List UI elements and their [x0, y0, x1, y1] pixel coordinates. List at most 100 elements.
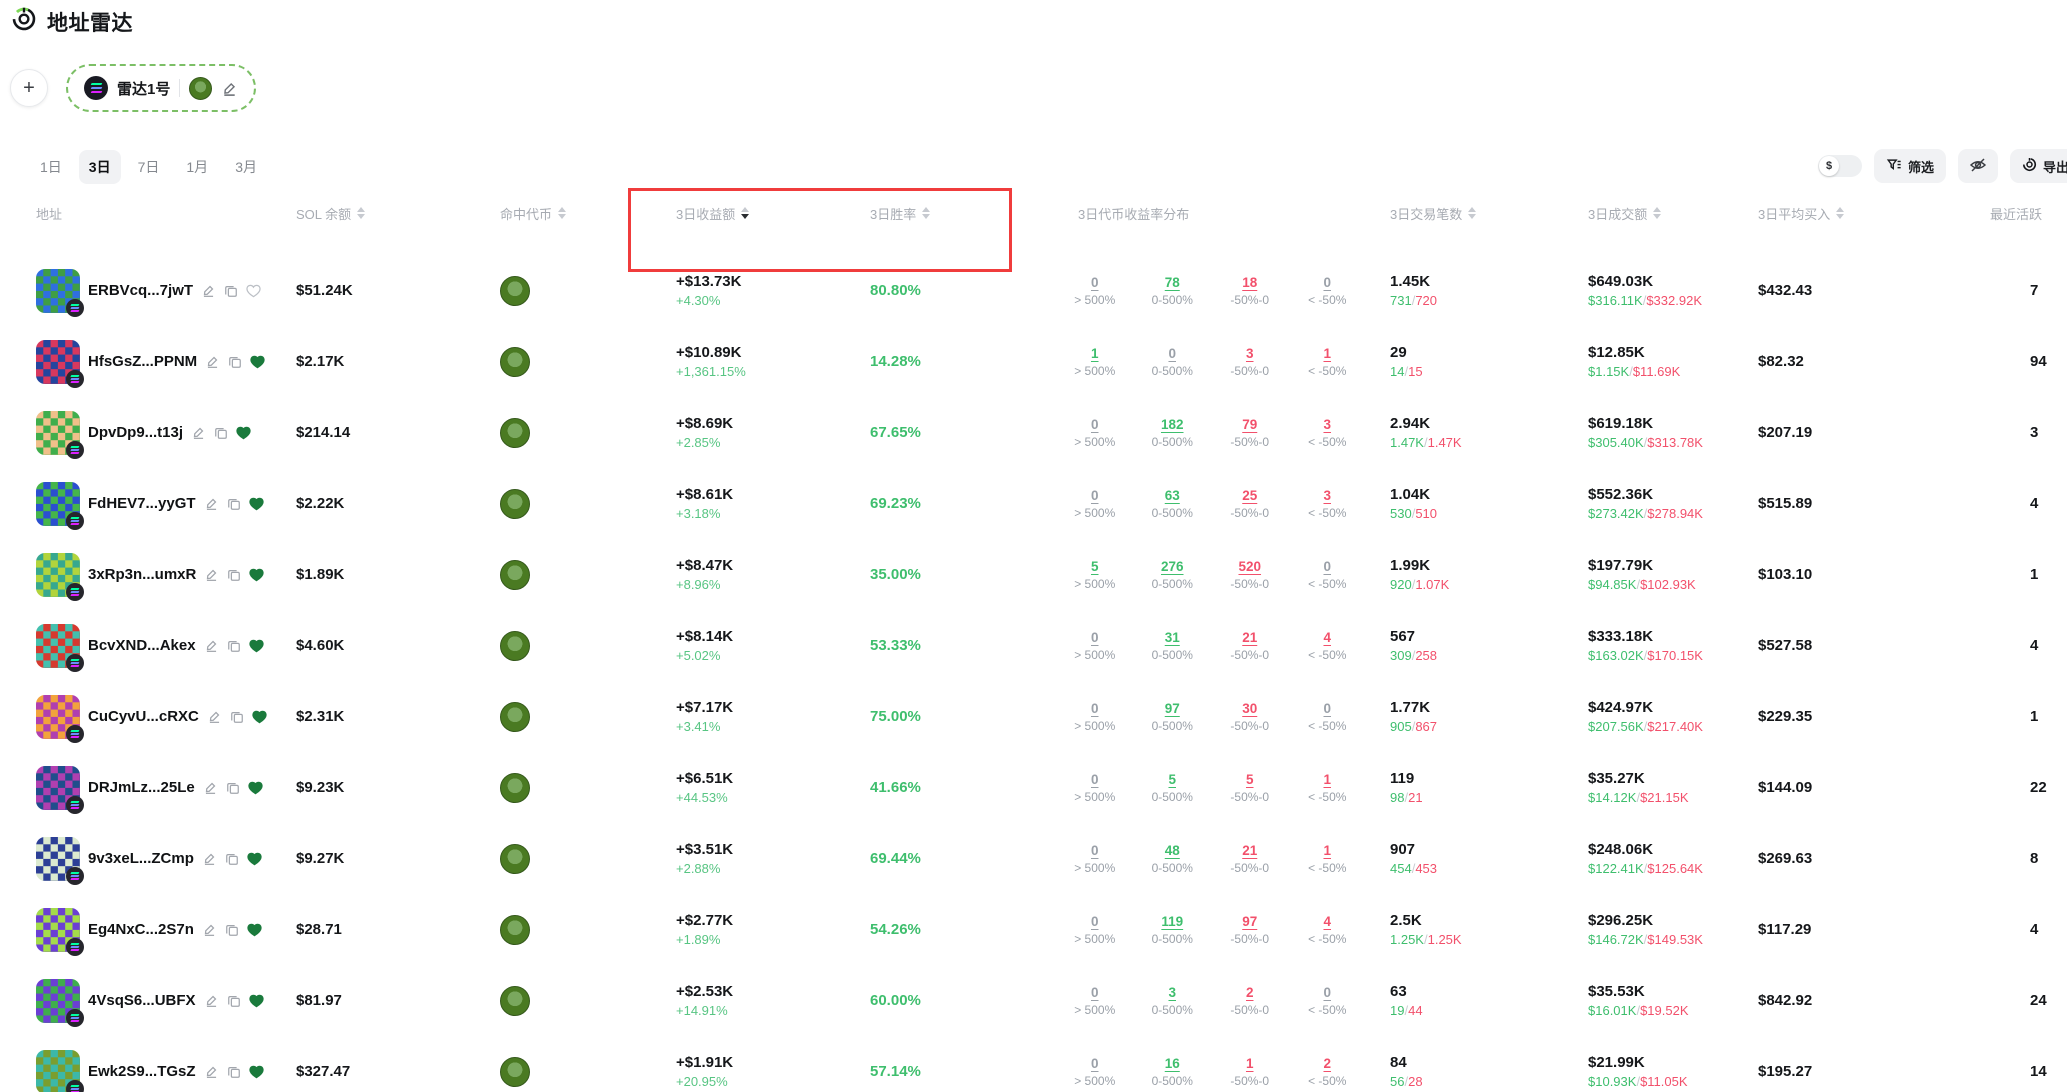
export-button[interactable]: 导出: [2010, 149, 2067, 183]
currency-toggle[interactable]: $: [1818, 155, 1862, 177]
hit-token-icon[interactable]: [500, 844, 530, 874]
hit-token-icon[interactable]: [500, 418, 530, 448]
copy-icon[interactable]: [227, 994, 241, 1008]
favorite-icon-filled[interactable]: [249, 994, 264, 1008]
copy-icon[interactable]: [214, 426, 228, 440]
distribution-count[interactable]: 78: [1134, 275, 1212, 290]
favorite-icon-filled[interactable]: [247, 852, 262, 866]
favorite-icon-filled[interactable]: [236, 426, 251, 440]
copy-icon[interactable]: [227, 497, 241, 511]
favorite-icon-filled[interactable]: [250, 355, 265, 369]
distribution-count[interactable]: 0: [1289, 559, 1367, 574]
distribution-count[interactable]: 0: [1289, 985, 1367, 1000]
distribution-count[interactable]: 97: [1211, 914, 1289, 929]
sort-icon[interactable]: [357, 207, 365, 219]
distribution-count[interactable]: 79: [1211, 417, 1289, 432]
sort-icon[interactable]: [741, 207, 749, 219]
hit-token-icon[interactable]: [500, 986, 530, 1016]
edit-icon[interactable]: [201, 283, 216, 298]
distribution-count[interactable]: 2: [1289, 1056, 1367, 1071]
column-header-3[interactable]: 命中代币: [476, 198, 656, 228]
edit-icon[interactable]: [205, 354, 220, 369]
distribution-count[interactable]: 0: [1056, 701, 1134, 716]
column-header-7[interactable]: 3日交易笔数: [1366, 198, 1566, 228]
distribution-count[interactable]: 0: [1056, 630, 1134, 645]
hit-token-icon[interactable]: [500, 489, 530, 519]
hit-token-icon[interactable]: [500, 1057, 530, 1087]
distribution-count[interactable]: 4: [1289, 630, 1367, 645]
distribution-count[interactable]: 2: [1211, 985, 1289, 1000]
hit-token-icon[interactable]: [500, 276, 530, 306]
distribution-count[interactable]: 1: [1289, 772, 1367, 787]
column-header-5[interactable]: 3日胜率: [846, 198, 1026, 228]
wallet-address[interactable]: CuCyvU...cRXC: [88, 708, 199, 725]
edit-icon[interactable]: [202, 922, 217, 937]
distribution-count[interactable]: 119: [1134, 914, 1212, 929]
distribution-count[interactable]: 4: [1289, 914, 1367, 929]
copy-icon[interactable]: [227, 568, 241, 582]
distribution-count[interactable]: 48: [1134, 843, 1212, 858]
wallet-address[interactable]: 4VsqS6...UBFX: [88, 992, 196, 1009]
time-tab-1月[interactable]: 1月: [176, 150, 218, 184]
distribution-count[interactable]: 0: [1134, 346, 1212, 361]
distribution-count[interactable]: 25: [1211, 488, 1289, 503]
sort-icon[interactable]: [1836, 207, 1844, 219]
hit-token-icon[interactable]: [500, 631, 530, 661]
wallet-address[interactable]: BcvXND...Akex: [88, 637, 196, 654]
time-tab-1日[interactable]: 1日: [30, 150, 72, 184]
distribution-count[interactable]: 1: [1289, 843, 1367, 858]
distribution-count[interactable]: 30: [1211, 701, 1289, 716]
copy-icon[interactable]: [225, 852, 239, 866]
distribution-count[interactable]: 0: [1056, 488, 1134, 503]
edit-icon[interactable]: [191, 425, 206, 440]
favorite-icon-filled[interactable]: [249, 497, 264, 511]
favorite-icon-filled[interactable]: [247, 923, 262, 937]
add-radar-button[interactable]: +: [10, 69, 48, 107]
distribution-count[interactable]: 0: [1056, 843, 1134, 858]
edit-icon[interactable]: [204, 496, 219, 511]
edit-icon[interactable]: [202, 851, 217, 866]
distribution-count[interactable]: 0: [1289, 275, 1367, 290]
distribution-count[interactable]: 3: [1289, 417, 1367, 432]
sort-icon[interactable]: [1468, 207, 1476, 219]
wallet-address[interactable]: FdHEV7...yyGT: [88, 495, 196, 512]
edit-icon[interactable]: [203, 780, 218, 795]
favorite-icon[interactable]: [246, 284, 261, 298]
hit-token-icon[interactable]: [500, 560, 530, 590]
hit-token-icon[interactable]: [500, 702, 530, 732]
time-tab-7日[interactable]: 7日: [128, 150, 170, 184]
distribution-count[interactable]: 0: [1056, 914, 1134, 929]
distribution-count[interactable]: 1: [1289, 346, 1367, 361]
distribution-count[interactable]: 3: [1134, 985, 1212, 1000]
distribution-count[interactable]: 3: [1289, 488, 1367, 503]
distribution-count[interactable]: 31: [1134, 630, 1212, 645]
distribution-count[interactable]: 3: [1211, 346, 1289, 361]
edit-icon[interactable]: [207, 709, 222, 724]
wallet-address[interactable]: Eg4NxC...2S7n: [88, 921, 194, 938]
distribution-count[interactable]: 520: [1211, 559, 1289, 574]
distribution-count[interactable]: 21: [1211, 630, 1289, 645]
distribution-count[interactable]: 5: [1211, 772, 1289, 787]
wallet-address[interactable]: 9v3xeL...ZCmp: [88, 850, 194, 867]
distribution-count[interactable]: 5: [1134, 772, 1212, 787]
favorite-icon-filled[interactable]: [249, 1065, 264, 1079]
wallet-address[interactable]: DRJmLz...25Le: [88, 779, 195, 796]
distribution-count[interactable]: 0: [1056, 1056, 1134, 1071]
favorite-icon-filled[interactable]: [249, 568, 264, 582]
sort-icon[interactable]: [1653, 207, 1661, 219]
distribution-count[interactable]: 182: [1134, 417, 1212, 432]
edit-icon[interactable]: [204, 638, 219, 653]
sort-icon[interactable]: [558, 207, 566, 219]
copy-icon[interactable]: [228, 355, 242, 369]
copy-icon[interactable]: [224, 284, 238, 298]
distribution-count[interactable]: 63: [1134, 488, 1212, 503]
copy-icon[interactable]: [226, 781, 240, 795]
filter-button[interactable]: 筛选: [1874, 149, 1946, 183]
radar-group-chip[interactable]: 雷达1号: [66, 64, 256, 112]
distribution-count[interactable]: 0: [1056, 275, 1134, 290]
favorite-icon-filled[interactable]: [252, 710, 267, 724]
distribution-count[interactable]: 0: [1056, 772, 1134, 787]
column-header-2[interactable]: SOL 余额: [296, 198, 476, 228]
hit-token-icon[interactable]: [500, 915, 530, 945]
distribution-count[interactable]: 0: [1289, 701, 1367, 716]
